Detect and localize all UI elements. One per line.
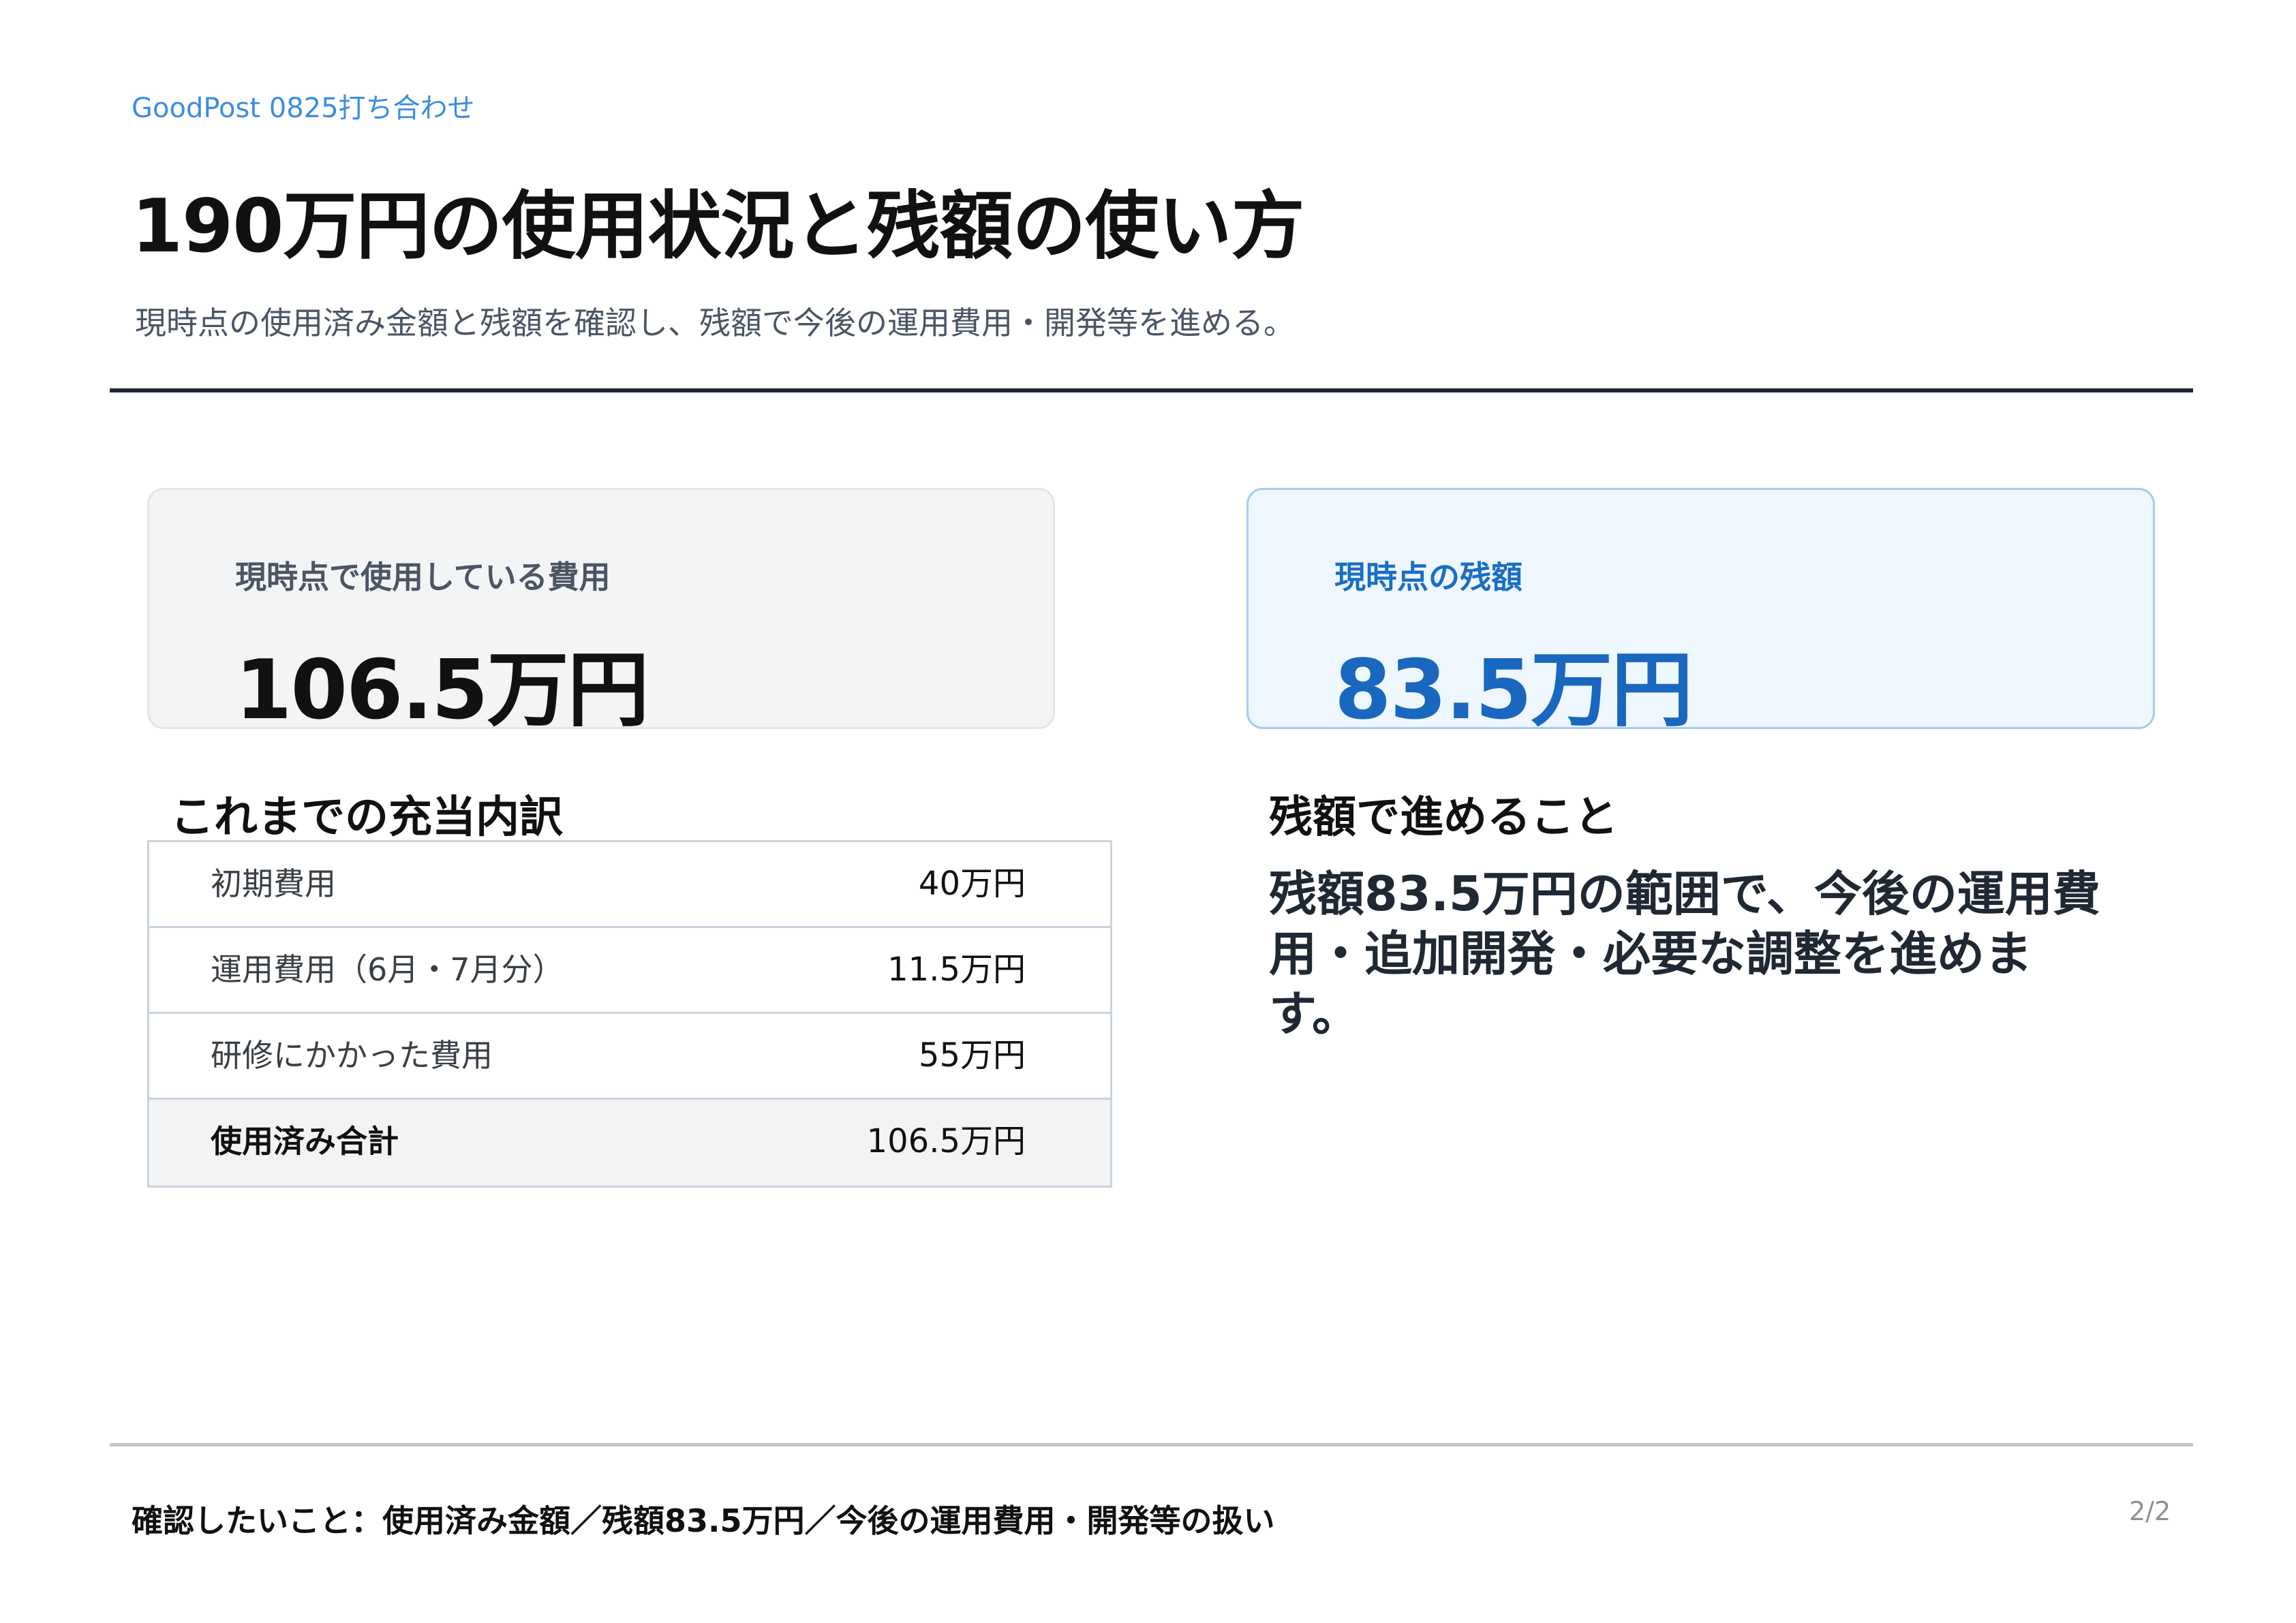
row-value: 55万円: [918, 1036, 1026, 1075]
row-label: 初期費用: [211, 865, 336, 902]
row-value: 40万円: [918, 865, 1026, 903]
page-title: 190万円の使用状況と残額の使い方: [132, 184, 1304, 269]
page-number: 2/2: [2129, 1496, 2171, 1526]
table-total-row: 使用済み合計 106.5万円: [149, 1100, 1110, 1186]
page-subtitle: 現時点の使用済み金額と残額を確認し、残額で今後の運用費用・開発等を進める。: [135, 305, 1295, 341]
deck-kicker: GoodPost 0825打ち合わせ: [132, 93, 475, 124]
plan-body: 残額83.5万円の範囲で、今後の運用費用・追加開発・必要な調整を進めます。: [1269, 866, 2100, 1042]
used-cost-value: 106.5万円: [235, 643, 649, 738]
remaining-balance-card: 現時点の残額 83.5万円: [1246, 488, 2155, 738]
breakdown-heading: これまでの充当内訳: [170, 792, 563, 843]
used-cost-label: 現時点で使用している費用: [235, 559, 611, 596]
remaining-balance-value: 83.5万円: [1334, 643, 1693, 738]
row-value: 11.5万円: [887, 950, 1026, 989]
header-divider: [110, 388, 2193, 392]
plan-heading: 残額で進めること: [1269, 792, 1618, 843]
used-cost-card: 現時点で使用している費用 106.5万円: [147, 488, 1055, 738]
row-label: 運用費用（6月・7月分）: [211, 951, 564, 988]
remaining-balance-label: 現時点の残額: [1334, 559, 1522, 596]
row-label: 研修にかかった費用: [211, 1037, 493, 1074]
breakdown-table: 初期費用 40万円 運用費用（6月・7月分） 11.5万円 研修にかかった費用 …: [147, 840, 1112, 1188]
table-row: 研修にかかった費用 55万円: [149, 1014, 1110, 1100]
table-row: 運用費用（6月・7月分） 11.5万円: [149, 928, 1110, 1014]
footer-divider: [110, 1443, 2193, 1447]
total-value: 106.5万円: [866, 1122, 1026, 1160]
footer-note: 確認したいこと：使用済み金額／残額83.5万円／今後の運用費用・開発等の扱い: [132, 1502, 1275, 1539]
total-label: 使用済み合計: [211, 1123, 399, 1160]
table-row: 初期費用 40万円: [149, 842, 1110, 928]
